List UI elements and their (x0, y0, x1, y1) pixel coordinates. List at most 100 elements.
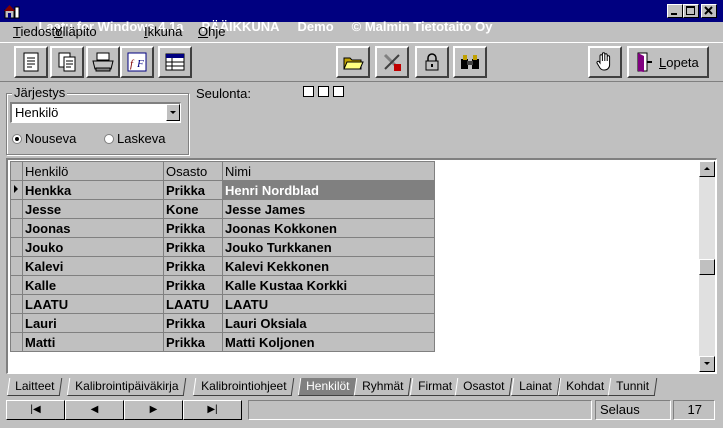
cell-henkilo[interactable]: Jesse (22, 199, 164, 219)
tab-7[interactable]: Lainat (510, 378, 560, 396)
cell-osasto[interactable]: Prikka (163, 218, 223, 238)
column-header-osasto[interactable]: Osasto (163, 161, 223, 181)
cell-henkilo[interactable]: Joonas (22, 218, 164, 238)
table-icon (165, 53, 185, 71)
hand-button[interactable] (588, 46, 622, 78)
cell-henkilo[interactable]: Henkka (22, 180, 164, 200)
filter-checkbox-3[interactable] (333, 86, 344, 97)
radio-descending-label: Laskeva (117, 131, 166, 146)
table-row[interactable]: Joonas Prikka Joonas Kokkonen (10, 218, 435, 238)
row-indicator[interactable] (10, 199, 23, 219)
table-row[interactable]: Jouko Prikka Jouko Turkkanen (10, 237, 435, 257)
maximize-button[interactable] (683, 4, 699, 18)
row-indicator[interactable] (10, 332, 23, 352)
tab-9[interactable]: Tunnit (607, 378, 658, 396)
radio-ascending-dot[interactable] (12, 133, 22, 144)
cell-osasto[interactable]: Prikka (163, 332, 223, 352)
open-folder-button[interactable] (336, 46, 370, 78)
filter-checkbox-1[interactable] (303, 86, 314, 97)
row-indicator[interactable] (10, 237, 23, 257)
cell-nimi[interactable]: Kalle Kustaa Korkki (222, 275, 435, 295)
nav-last-button[interactable]: ▶| (183, 400, 242, 420)
cell-osasto[interactable]: Kone (163, 199, 223, 219)
cell-nimi[interactable]: Kalevi Kekkonen (222, 256, 435, 276)
row-indicator[interactable] (10, 180, 23, 200)
copy-button[interactable] (50, 46, 84, 78)
tab-0[interactable]: Laitteet (6, 378, 63, 396)
table-button[interactable] (158, 46, 192, 78)
table-row[interactable]: LAATU LAATU LAATU (10, 294, 435, 314)
vertical-scrollbar[interactable] (699, 161, 715, 372)
row-indicator[interactable] (10, 256, 23, 276)
formula-button[interactable]: fF (120, 46, 154, 78)
cell-henkilo[interactable]: Jouko (22, 237, 164, 257)
cell-osasto[interactable]: Prikka (163, 256, 223, 276)
close-button[interactable] (701, 4, 717, 18)
table-row[interactable]: Henkka Prikka Henri Nordblad (10, 180, 435, 200)
menu-ikkuna[interactable]: Ikkuna (144, 24, 182, 39)
radio-ascending[interactable]: Nouseva (12, 131, 76, 146)
table-row[interactable]: Kalevi Prikka Kalevi Kekkonen (10, 256, 435, 276)
nav-prev-button[interactable]: ◀ (65, 400, 124, 420)
nav-next-button[interactable]: ▶ (124, 400, 183, 420)
cell-nimi[interactable]: Jesse James (222, 199, 435, 219)
tab-5[interactable]: Firmat (409, 378, 461, 396)
tab-8[interactable]: Kohdat (557, 378, 613, 396)
row-indicator[interactable] (10, 275, 23, 295)
cell-osasto[interactable]: Prikka (163, 237, 223, 257)
radio-descending-dot[interactable] (104, 133, 114, 144)
binoculars-icon (461, 55, 479, 69)
dropdown-button[interactable] (166, 104, 180, 121)
minimize-button[interactable] (667, 4, 683, 18)
table-row[interactable]: Lauri Prikka Lauri Oksiala (10, 313, 435, 333)
cell-nimi[interactable]: Henri Nordblad (222, 180, 435, 200)
print-button[interactable] (86, 46, 120, 78)
cell-osasto[interactable]: LAATU (163, 294, 223, 314)
scroll-thumb[interactable] (699, 259, 715, 275)
row-indicator[interactable] (10, 313, 23, 333)
cell-nimi[interactable]: Lauri Oksiala (222, 313, 435, 333)
cell-nimi[interactable]: Jouko Turkkanen (222, 237, 435, 257)
sort-field-select[interactable]: Henkilö (10, 102, 181, 123)
status-panel-empty (248, 400, 592, 420)
column-header-henkilo[interactable]: Henkilö (22, 161, 164, 181)
maximize-icon (686, 6, 695, 15)
cell-nimi[interactable]: Matti Koljonen (222, 332, 435, 352)
column-header-nimi[interactable]: Nimi (222, 161, 435, 181)
cell-osasto[interactable]: Prikka (163, 313, 223, 333)
tab-6[interactable]: Osastot (454, 378, 513, 396)
tab-2[interactable]: Kalibrointiohjeet (192, 378, 295, 396)
table-row[interactable]: Jesse Kone Jesse James (10, 199, 435, 219)
cell-henkilo[interactable]: Kalevi (22, 256, 164, 276)
filter-checkbox-2[interactable] (318, 86, 329, 97)
lopeta-button[interactable]: Lopeta (627, 46, 709, 78)
scroll-up-button[interactable] (699, 161, 715, 177)
tab-1[interactable]: Kalibrointipäiväkirja (66, 378, 187, 396)
cell-henkilo[interactable]: Kalle (22, 275, 164, 295)
tab-4[interactable]: Ryhmät (353, 378, 412, 396)
row-indicator[interactable] (10, 294, 23, 314)
menu-yllapito[interactable]: Ylläpito (54, 24, 97, 39)
cell-osasto[interactable]: Prikka (163, 275, 223, 295)
radio-descending[interactable]: Laskeva (104, 131, 165, 146)
cell-henkilo[interactable]: Lauri (22, 313, 164, 333)
search-button[interactable] (453, 46, 487, 78)
cell-osasto[interactable]: Prikka (163, 180, 223, 200)
cell-henkilo[interactable]: Matti (22, 332, 164, 352)
lock-button[interactable] (415, 46, 449, 78)
new-document-button[interactable] (14, 46, 48, 78)
row-indicator[interactable] (10, 218, 23, 238)
cell-nimi[interactable]: LAATU (222, 294, 435, 314)
cell-henkilo[interactable]: LAATU (22, 294, 164, 314)
nav-first-button[interactable]: |◀ (6, 400, 65, 420)
table-row[interactable]: Kalle Prikka Kalle Kustaa Korkki (10, 275, 435, 295)
tab-3[interactable]: Henkilöt (297, 378, 358, 396)
tab-label: Ryhmät (362, 379, 404, 393)
tools-button[interactable] (375, 46, 409, 78)
menu-ohje[interactable]: Ohje (198, 24, 225, 39)
lock-icon (425, 53, 439, 71)
scroll-down-button[interactable] (699, 356, 715, 372)
cell-nimi[interactable]: Joonas Kokkonen (222, 218, 435, 238)
app-icon[interactable] (4, 3, 20, 19)
table-row[interactable]: Matti Prikka Matti Koljonen (10, 332, 435, 352)
